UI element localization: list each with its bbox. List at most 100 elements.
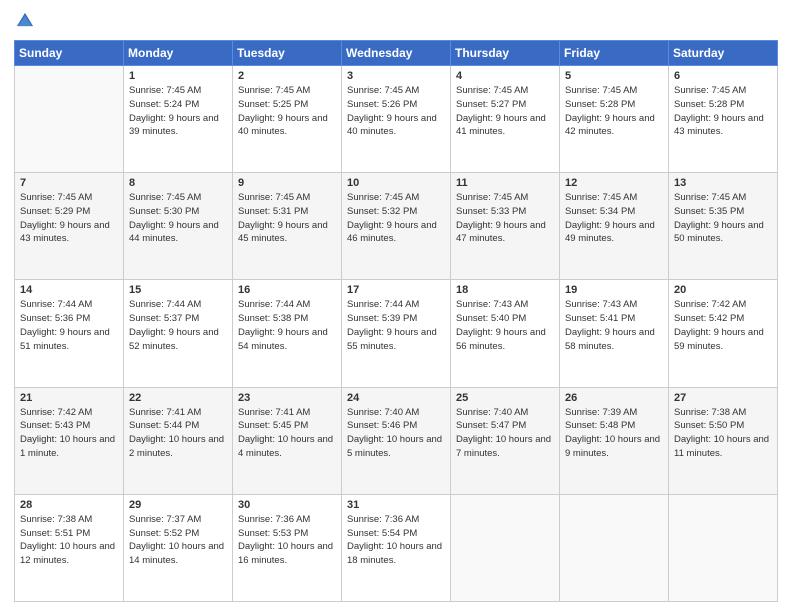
calendar-cell: 11Sunrise: 7:45 AMSunset: 5:33 PMDayligh…	[451, 173, 560, 280]
daylight-text: Daylight: 10 hours and 2 minutes.	[129, 433, 227, 461]
sunset-text: Sunset: 5:50 PM	[674, 419, 772, 433]
calendar-cell: 10Sunrise: 7:45 AMSunset: 5:32 PMDayligh…	[342, 173, 451, 280]
calendar-cell: 12Sunrise: 7:45 AMSunset: 5:34 PMDayligh…	[560, 173, 669, 280]
daylight-text: Daylight: 10 hours and 14 minutes.	[129, 540, 227, 568]
sunrise-text: Sunrise: 7:43 AM	[565, 298, 663, 312]
daylight-text: Daylight: 10 hours and 16 minutes.	[238, 540, 336, 568]
sunrise-text: Sunrise: 7:42 AM	[20, 406, 118, 420]
day-info: Sunrise: 7:36 AMSunset: 5:54 PMDaylight:…	[347, 513, 445, 568]
sunset-text: Sunset: 5:38 PM	[238, 312, 336, 326]
day-number: 12	[565, 177, 663, 189]
sunset-text: Sunset: 5:26 PM	[347, 98, 445, 112]
calendar-cell: 30 Sunrise: 7:36 AMSunset: 5:53 PMDayligh…	[233, 494, 342, 601]
weekday-sunday: Sunday	[15, 41, 124, 66]
calendar-cell: 19 Sunrise: 7:43 AMSunset: 5:41 PMDayligh…	[560, 280, 669, 387]
calendar-cell: 7Sunrise: 7:45 AMSunset: 5:29 PMDaylight…	[15, 173, 124, 280]
week-row-3: 14 Sunrise: 7:44 AMSunset: 5:36 PMDayligh…	[15, 280, 778, 387]
week-row-4: 21Sunrise: 7:42 AMSunset: 5:43 PMDayligh…	[15, 387, 778, 494]
day-info: Sunrise: 7:36 AMSunset: 5:53 PMDaylight:…	[238, 513, 336, 568]
sunrise-text: Sunrise: 7:45 AM	[129, 191, 227, 205]
sunset-text: Sunset: 5:28 PM	[674, 98, 772, 112]
calendar-cell: 28Sunrise: 7:38 AMSunset: 5:51 PMDayligh…	[15, 494, 124, 601]
daylight-text: Daylight: 9 hours and 47 minutes.	[456, 219, 554, 247]
sunset-text: Sunset: 5:54 PM	[347, 527, 445, 541]
day-info: Sunrise: 7:44 AMSunset: 5:36 PMDaylight:…	[20, 298, 118, 353]
weekday-thursday: Thursday	[451, 41, 560, 66]
daylight-text: Daylight: 9 hours and 50 minutes.	[674, 219, 772, 247]
day-info: Sunrise: 7:43 AMSunset: 5:40 PMDaylight:…	[456, 298, 554, 353]
sunrise-text: Sunrise: 7:45 AM	[565, 191, 663, 205]
day-number: 18	[456, 284, 554, 296]
day-info: Sunrise: 7:45 AMSunset: 5:31 PMDaylight:…	[238, 191, 336, 246]
calendar-cell: 4Sunrise: 7:45 AMSunset: 5:27 PMDaylight…	[451, 66, 560, 173]
day-info: Sunrise: 7:45 AMSunset: 5:24 PMDaylight:…	[129, 84, 227, 139]
day-number: 30	[238, 499, 336, 511]
calendar-cell: 8Sunrise: 7:45 AMSunset: 5:30 PMDaylight…	[124, 173, 233, 280]
sunrise-text: Sunrise: 7:38 AM	[674, 406, 772, 420]
sunset-text: Sunset: 5:40 PM	[456, 312, 554, 326]
weekday-friday: Friday	[560, 41, 669, 66]
sunrise-text: Sunrise: 7:43 AM	[456, 298, 554, 312]
daylight-text: Daylight: 10 hours and 9 minutes.	[565, 433, 663, 461]
day-info: Sunrise: 7:43 AMSunset: 5:41 PMDaylight:…	[565, 298, 663, 353]
daylight-text: Daylight: 9 hours and 43 minutes.	[674, 112, 772, 140]
calendar-cell: 31 Sunrise: 7:36 AMSunset: 5:54 PMDayligh…	[342, 494, 451, 601]
calendar-cell: 9 Sunrise: 7:45 AMSunset: 5:31 PMDaylight…	[233, 173, 342, 280]
day-number: 31	[347, 499, 445, 511]
daylight-text: Daylight: 9 hours and 42 minutes.	[565, 112, 663, 140]
sunrise-text: Sunrise: 7:40 AM	[347, 406, 445, 420]
calendar-cell	[669, 494, 778, 601]
sunset-text: Sunset: 5:34 PM	[565, 205, 663, 219]
calendar-cell: 16Sunrise: 7:44 AMSunset: 5:38 PMDayligh…	[233, 280, 342, 387]
week-row-5: 28Sunrise: 7:38 AMSunset: 5:51 PMDayligh…	[15, 494, 778, 601]
daylight-text: Daylight: 9 hours and 39 minutes.	[129, 112, 227, 140]
sunrise-text: Sunrise: 7:44 AM	[238, 298, 336, 312]
sunrise-text: Sunrise: 7:45 AM	[456, 84, 554, 98]
calendar-cell: 6Sunrise: 7:45 AMSunset: 5:28 PMDaylight…	[669, 66, 778, 173]
day-info: Sunrise: 7:42 AMSunset: 5:42 PMDaylight:…	[674, 298, 772, 353]
day-info: Sunrise: 7:40 AMSunset: 5:46 PMDaylight:…	[347, 406, 445, 461]
daylight-text: Daylight: 10 hours and 11 minutes.	[674, 433, 772, 461]
sunset-text: Sunset: 5:29 PM	[20, 205, 118, 219]
sunrise-text: Sunrise: 7:45 AM	[347, 84, 445, 98]
calendar-table: SundayMondayTuesdayWednesdayThursdayFrid…	[14, 40, 778, 602]
weekday-tuesday: Tuesday	[233, 41, 342, 66]
sunrise-text: Sunrise: 7:36 AM	[238, 513, 336, 527]
logo	[14, 10, 40, 32]
sunset-text: Sunset: 5:39 PM	[347, 312, 445, 326]
day-number: 9	[238, 177, 336, 189]
day-number: 19	[565, 284, 663, 296]
logo-icon	[14, 10, 36, 32]
daylight-text: Daylight: 10 hours and 1 minute.	[20, 433, 118, 461]
sunset-text: Sunset: 5:47 PM	[456, 419, 554, 433]
sunrise-text: Sunrise: 7:44 AM	[129, 298, 227, 312]
day-number: 23	[238, 392, 336, 404]
calendar-cell	[15, 66, 124, 173]
calendar-cell: 27Sunrise: 7:38 AMSunset: 5:50 PMDayligh…	[669, 387, 778, 494]
sunrise-text: Sunrise: 7:36 AM	[347, 513, 445, 527]
sunset-text: Sunset: 5:51 PM	[20, 527, 118, 541]
day-number: 1	[129, 70, 227, 82]
week-row-1: 1Sunrise: 7:45 AMSunset: 5:24 PMDaylight…	[15, 66, 778, 173]
day-info: Sunrise: 7:42 AMSunset: 5:43 PMDaylight:…	[20, 406, 118, 461]
day-info: Sunrise: 7:41 AMSunset: 5:45 PMDaylight:…	[238, 406, 336, 461]
calendar-cell: 18 Sunrise: 7:43 AMSunset: 5:40 PMDayligh…	[451, 280, 560, 387]
calendar-cell: 13Sunrise: 7:45 AMSunset: 5:35 PMDayligh…	[669, 173, 778, 280]
daylight-text: Daylight: 9 hours and 45 minutes.	[238, 219, 336, 247]
sunset-text: Sunset: 5:41 PM	[565, 312, 663, 326]
day-number: 14	[20, 284, 118, 296]
calendar-cell: 3Sunrise: 7:45 AMSunset: 5:26 PMDaylight…	[342, 66, 451, 173]
day-info: Sunrise: 7:45 AMSunset: 5:28 PMDaylight:…	[674, 84, 772, 139]
header	[14, 10, 778, 32]
sunrise-text: Sunrise: 7:45 AM	[347, 191, 445, 205]
sunrise-text: Sunrise: 7:42 AM	[674, 298, 772, 312]
sunrise-text: Sunrise: 7:39 AM	[565, 406, 663, 420]
sunset-text: Sunset: 5:24 PM	[129, 98, 227, 112]
daylight-text: Daylight: 9 hours and 44 minutes.	[129, 219, 227, 247]
calendar-cell: 21Sunrise: 7:42 AMSunset: 5:43 PMDayligh…	[15, 387, 124, 494]
daylight-text: Daylight: 9 hours and 58 minutes.	[565, 326, 663, 354]
day-number: 3	[347, 70, 445, 82]
day-number: 7	[20, 177, 118, 189]
day-number: 16	[238, 284, 336, 296]
weekday-wednesday: Wednesday	[342, 41, 451, 66]
